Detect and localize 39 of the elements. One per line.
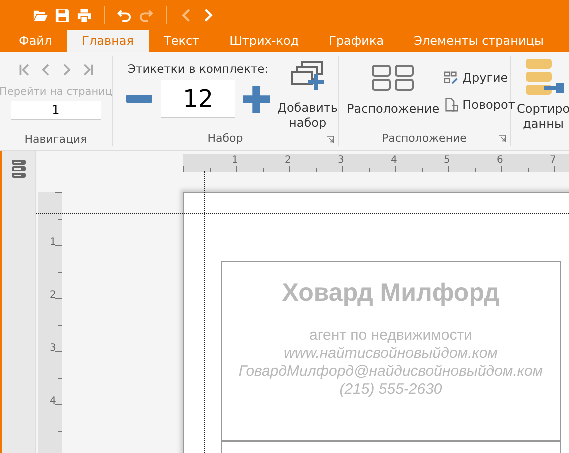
others-button[interactable]: Другие <box>444 71 516 85</box>
add-set-icon <box>290 60 326 92</box>
ruler-number: 4 <box>391 155 398 166</box>
dialog-launcher-icon[interactable] <box>327 136 334 143</box>
ruler-number: 4 <box>50 396 56 407</box>
labels-per-set-label: Этикетки в комплекте: <box>128 62 269 76</box>
group-label: Навигация <box>24 133 88 146</box>
ruler-number: 3 <box>338 155 344 166</box>
stack-icon[interactable] <box>10 160 26 178</box>
add-set-button[interactable]: Добавить набор <box>278 56 338 131</box>
minus-icon[interactable] <box>126 95 154 103</box>
group-label: Набор <box>208 132 244 145</box>
rotate-button[interactable]: Поворот <box>444 98 516 112</box>
label-name: Ховард Милфорд <box>282 279 500 308</box>
print-icon[interactable] <box>77 8 92 22</box>
grid-icon <box>372 65 414 91</box>
label-phone: (215) 555-2630 <box>340 381 442 399</box>
ruler-number: 3 <box>50 343 56 354</box>
label-website: www.найтисвойновыйдом.ком <box>284 345 498 363</box>
save-icon[interactable] <box>55 8 70 22</box>
undo-icon[interactable] <box>117 8 132 22</box>
plus-icon[interactable] <box>243 86 270 112</box>
go-to-page-label: Перейти на страниц <box>0 86 113 98</box>
layout-button[interactable]: Расположение <box>347 56 440 130</box>
ruler-number: 1 <box>50 237 56 248</box>
count-field[interactable]: 12 <box>161 80 236 118</box>
group-label: Расположение <box>382 132 467 144</box>
ruler-number: 5 <box>444 155 450 166</box>
ruler-number: 2 <box>285 155 292 166</box>
grid-edit-icon <box>444 71 459 85</box>
ruler-number: 2 <box>50 290 56 301</box>
page-icon <box>444 98 459 112</box>
label-email: ГовардМилфорд@найдисвойновыйдом.ком <box>238 363 544 381</box>
page-number-field[interactable]: 1 <box>11 101 101 120</box>
ruler-number: 6 <box>497 155 504 166</box>
ruler-number: 7 <box>550 155 556 166</box>
ruler-number: 1 <box>232 155 238 166</box>
dialog-launcher-icon[interactable] <box>499 135 506 142</box>
label-title: агент по недвижимости <box>310 327 472 345</box>
